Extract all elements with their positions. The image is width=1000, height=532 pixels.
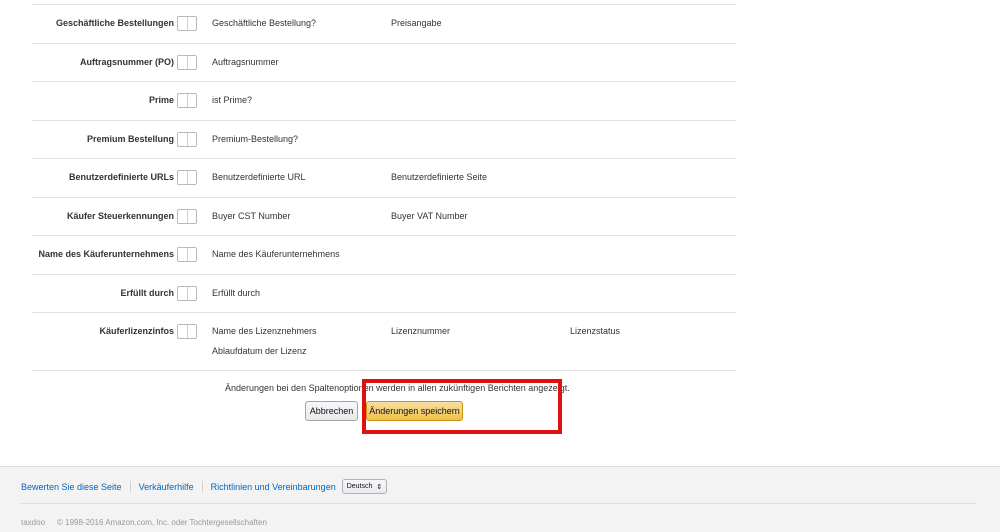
table-row: Geschäftliche Bestellungen Geschäftliche… bbox=[32, 5, 736, 44]
rate-page-link[interactable]: Bewerten Sie diese Seite bbox=[21, 482, 122, 492]
footer-divider bbox=[21, 503, 976, 504]
toggle-switch[interactable] bbox=[177, 170, 197, 185]
row-label: Premium Bestellung bbox=[86, 133, 174, 144]
divider bbox=[129, 481, 131, 492]
table-row: Name des Käuferunternehmens Name des Käu… bbox=[32, 236, 736, 275]
column-name: Lizenzstatus bbox=[570, 326, 621, 336]
copyright-text: © 1998-2016 Amazon.com, Inc. oder Tochte… bbox=[57, 518, 267, 527]
table-row: Käufer Steuerkennungen Buyer CST Number … bbox=[32, 198, 736, 236]
column-name: Ablaufdatum der Lizenz bbox=[212, 346, 307, 356]
language-select[interactable]: Deutsch ⇕ bbox=[341, 479, 388, 494]
column-name: Name des Lizenznehmers bbox=[212, 326, 317, 336]
toggle-switch[interactable] bbox=[177, 54, 197, 70]
toggle-switch[interactable] bbox=[177, 16, 197, 31]
table-row: Erfüllt durch Erfüllt durch bbox=[32, 275, 736, 313]
row-label: Prime bbox=[148, 95, 174, 105]
column-name: Benutzerdefinierte URL bbox=[212, 172, 306, 182]
policies-link[interactable]: Richtlinien und Vereinbarungen bbox=[211, 482, 336, 492]
table-row: Benutzerdefinierte URLs Benutzerdefinier… bbox=[32, 159, 736, 198]
column-name: Benutzerdefinierte Seite bbox=[391, 172, 488, 182]
row-label: Name des Käuferunternehmens bbox=[38, 249, 174, 259]
toggle-switch[interactable] bbox=[177, 131, 197, 147]
updown-arrow-icon: ⇕ bbox=[376, 483, 383, 491]
toggle-switch[interactable] bbox=[177, 208, 197, 224]
seller-help-link[interactable]: Verkäuferhilfe bbox=[139, 482, 194, 492]
cancel-button[interactable]: Abbrechen bbox=[305, 401, 358, 421]
table-row: Käuferlizenzinfos Name des Lizenznehmers… bbox=[32, 313, 736, 371]
column-name: ist Prime? bbox=[212, 95, 253, 105]
table-row: Prime ist Prime? bbox=[32, 82, 736, 121]
row-label: Auftragsnummer (PO) bbox=[79, 56, 174, 67]
highlight-box bbox=[362, 379, 562, 434]
toggle-switch[interactable] bbox=[177, 285, 197, 301]
divider bbox=[201, 481, 203, 492]
column-name: Lizenznummer bbox=[391, 326, 451, 336]
column-name: Preisangabe bbox=[391, 18, 442, 28]
column-name: Premium-Bestellung? bbox=[212, 133, 299, 144]
column-name: Geschäftliche Bestellung? bbox=[212, 18, 317, 28]
column-name: Name des Käuferunternehmens bbox=[212, 249, 340, 259]
row-label: Geschäftliche Bestellungen bbox=[55, 18, 174, 28]
toggle-switch[interactable] bbox=[177, 93, 197, 108]
table-row: Premium Bestellung Premium-Bestellung? bbox=[32, 121, 736, 159]
column-name: Auftragsnummer bbox=[212, 56, 279, 67]
footer-bottom: taxdoo © 1998-2016 Amazon.com, Inc. oder… bbox=[21, 518, 267, 527]
settings-content: Geschäftliche Bestellungen Geschäftliche… bbox=[0, 0, 1000, 466]
row-label: Benutzerdefinierte URLs bbox=[68, 172, 174, 182]
row-label: Käuferlizenzinfos bbox=[99, 326, 174, 336]
column-options-table: Geschäftliche Bestellungen Geschäftliche… bbox=[32, 4, 736, 371]
toggle-switch[interactable] bbox=[177, 247, 197, 262]
brand-text: taxdoo bbox=[21, 518, 46, 527]
table-row: Auftragsnummer (PO) Auftragsnummer bbox=[32, 44, 736, 82]
column-name: Buyer VAT Number bbox=[391, 210, 468, 221]
column-name: Erfüllt durch bbox=[212, 287, 261, 298]
toggle-switch[interactable] bbox=[177, 324, 197, 339]
column-name: Buyer CST Number bbox=[212, 210, 291, 221]
row-label: Käufer Steuerkennungen bbox=[66, 210, 174, 221]
row-label: Erfüllt durch bbox=[120, 287, 175, 298]
language-value: Deutsch bbox=[346, 483, 373, 490]
footer-links: Bewerten Sie diese Seite Verkäuferhilfe … bbox=[21, 479, 388, 494]
footer: Bewerten Sie diese Seite Verkäuferhilfe … bbox=[0, 466, 1000, 532]
